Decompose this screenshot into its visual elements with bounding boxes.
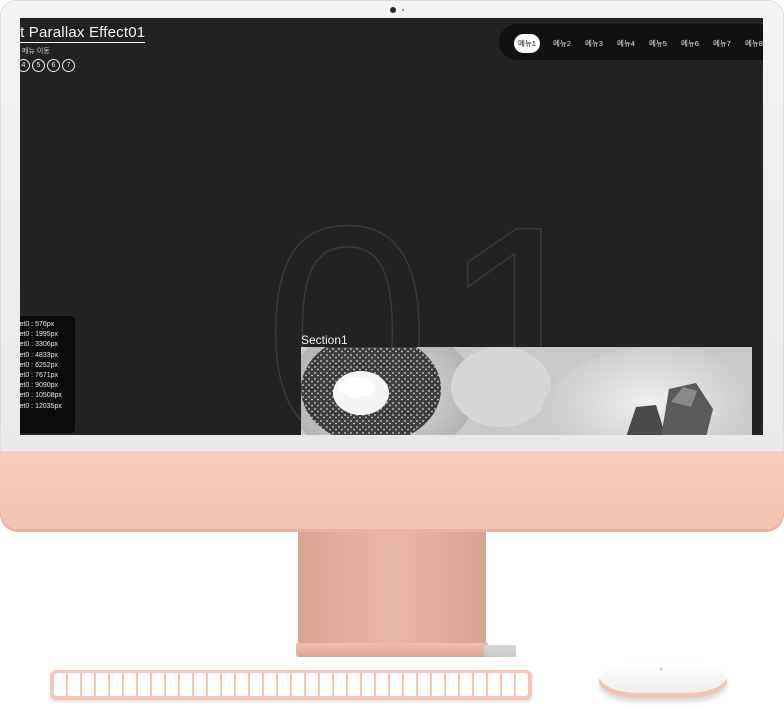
offset-line: set0 : 12035px [20, 402, 62, 410]
site-subtitle: 메뉴 이동 [22, 48, 50, 55]
offset-line: set0 : 6252px [20, 361, 59, 369]
food-photo-illustration [301, 347, 752, 435]
nav-item-menu4[interactable]: 메뉴4 [610, 34, 642, 53]
nav-item-menu8[interactable]: 메뉴8 [738, 34, 763, 53]
imac-chin [0, 452, 784, 532]
nav-item-menu7[interactable]: 메뉴7 [706, 34, 738, 53]
number-button-6[interactable]: 6 [47, 59, 60, 72]
site-title[interactable]: ipt Parallax Effect01 [20, 24, 146, 43]
offset-line: set0 : 7671px [20, 372, 59, 380]
offset-line: set0 : 9090px [20, 382, 59, 390]
magic-mouse: ● [599, 659, 727, 698]
offset-info-panel: set0 : 576px set0 : 1995px set0 : 3306px… [20, 316, 75, 433]
nav-item-menu6[interactable]: 메뉴6 [674, 34, 706, 53]
number-button-group: 4 5 6 7 [20, 59, 75, 72]
nav-item-menu1[interactable]: 메뉴1 [514, 34, 540, 53]
screen: ipt Parallax Effect01 메뉴 이동 4 5 6 7 메뉴1 … [20, 18, 763, 435]
imac-stand-foot [296, 643, 488, 657]
keyboard-keys [54, 673, 528, 696]
keyboard [50, 670, 532, 700]
offset-line: set0 : 3306px [20, 341, 59, 349]
number-button-7[interactable]: 7 [62, 59, 75, 72]
section-image [301, 347, 752, 435]
offset-line: set0 : 4833px [20, 351, 59, 359]
camera-led [402, 9, 404, 11]
nav-list: 메뉴1 메뉴2 메뉴3 메뉴4 메뉴5 메뉴6 메뉴7 메뉴8 [514, 34, 763, 53]
camera-icon [390, 7, 396, 13]
section-label: Section1 [301, 333, 348, 347]
nav-item-menu5[interactable]: 메뉴5 [642, 34, 674, 53]
nav-item-menu2[interactable]: 메뉴2 [546, 34, 578, 53]
number-button-5[interactable]: 5 [32, 59, 45, 72]
apple-logo-icon: ● [659, 666, 664, 673]
offset-line: set0 : 1995px [20, 331, 59, 339]
offset-line: set0 : 10508px [20, 392, 62, 400]
number-button-4[interactable]: 4 [20, 59, 30, 72]
imac-stand [298, 532, 486, 645]
top-nav: 메뉴1 메뉴2 메뉴3 메뉴4 메뉴5 메뉴6 메뉴7 메뉴8 [499, 24, 763, 60]
stand-shadow [484, 645, 516, 657]
offset-line: set0 : 576px [20, 321, 55, 328]
nav-item-menu3[interactable]: 메뉴3 [578, 34, 610, 53]
